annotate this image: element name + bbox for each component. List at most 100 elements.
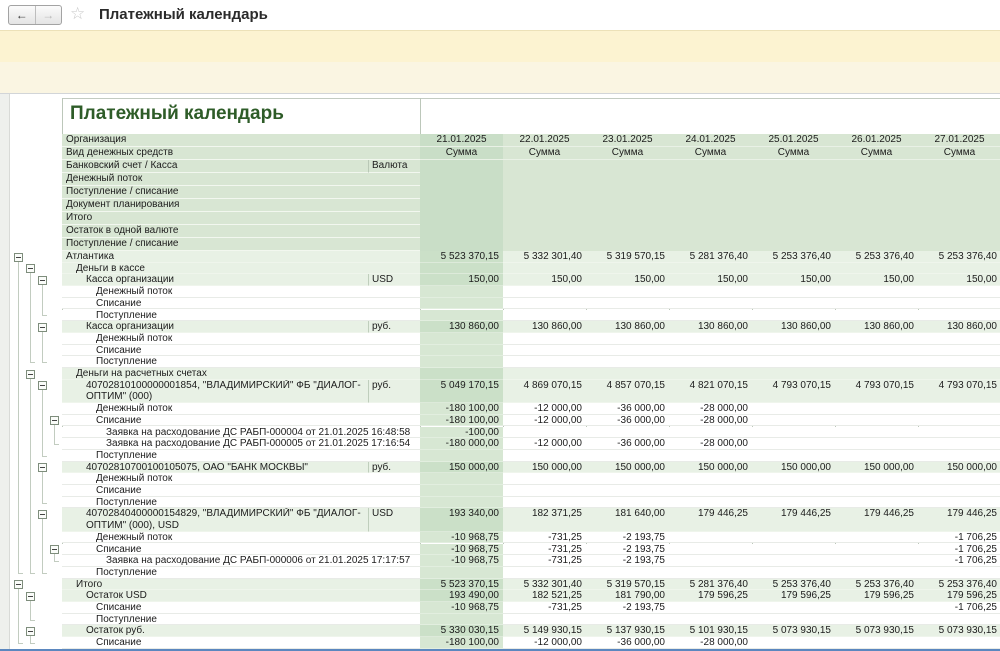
- amount-cell[interactable]: -100,00: [420, 427, 503, 439]
- currency-cell[interactable]: USD: [368, 508, 420, 531]
- row-label[interactable]: Поступление: [62, 356, 420, 368]
- amount-cell[interactable]: [752, 286, 835, 298]
- amount-cell[interactable]: [752, 567, 835, 579]
- amount-cell[interactable]: -36 000,00: [586, 637, 669, 649]
- currency-cell[interactable]: руб.: [368, 321, 420, 333]
- amount-cell[interactable]: [420, 450, 503, 462]
- row-label[interactable]: Остаток USD: [62, 590, 420, 602]
- amount-cell[interactable]: [835, 333, 918, 345]
- amount-cell[interactable]: [420, 263, 503, 275]
- amount-cell[interactable]: 5 149 930,15: [503, 625, 586, 637]
- amount-cell[interactable]: -36 000,00: [586, 415, 669, 427]
- amount-cell[interactable]: [835, 415, 918, 427]
- row-label[interactable]: Касса организации: [62, 274, 368, 286]
- amount-cell[interactable]: [669, 263, 752, 275]
- amount-cell[interactable]: [420, 497, 503, 509]
- amount-cell[interactable]: 4 793 070,15: [918, 380, 1000, 403]
- amount-cell[interactable]: 130 860,00: [420, 321, 503, 333]
- amount-cell[interactable]: [669, 555, 752, 567]
- amount-cell[interactable]: 150,00: [420, 274, 503, 286]
- amount-cell[interactable]: 179 446,25: [918, 508, 1000, 531]
- amount-cell[interactable]: [503, 263, 586, 275]
- amount-cell[interactable]: [918, 450, 1000, 462]
- row-label[interactable]: Остаток руб.: [62, 625, 420, 637]
- tree-collapse-toggle[interactable]: [14, 580, 23, 589]
- amount-cell[interactable]: [835, 345, 918, 357]
- amount-cell[interactable]: 130 860,00: [752, 321, 835, 333]
- tree-collapse-toggle[interactable]: [38, 323, 47, 332]
- amount-cell[interactable]: -12 000,00: [503, 637, 586, 649]
- amount-cell[interactable]: [503, 450, 586, 462]
- amount-cell[interactable]: [420, 368, 503, 380]
- amount-cell[interactable]: [586, 298, 669, 310]
- amount-cell[interactable]: [586, 368, 669, 380]
- amount-cell[interactable]: [835, 497, 918, 509]
- amount-cell[interactable]: [503, 356, 586, 368]
- tree-collapse-toggle[interactable]: [50, 416, 59, 425]
- amount-cell[interactable]: [918, 497, 1000, 509]
- amount-cell[interactable]: [669, 485, 752, 497]
- amount-cell[interactable]: [752, 415, 835, 427]
- tree-collapse-toggle[interactable]: [38, 463, 47, 472]
- row-label[interactable]: Списание: [62, 485, 420, 497]
- tree-collapse-toggle[interactable]: [26, 627, 35, 636]
- amount-cell[interactable]: 4 869 070,15: [503, 380, 586, 403]
- amount-cell[interactable]: 193 340,00: [420, 508, 503, 531]
- amount-cell[interactable]: -731,25: [503, 532, 586, 544]
- amount-cell[interactable]: [752, 485, 835, 497]
- amount-cell[interactable]: [835, 368, 918, 380]
- amount-cell[interactable]: -10 968,75: [420, 555, 503, 567]
- amount-cell[interactable]: 5 253 376,40: [918, 579, 1000, 591]
- amount-cell[interactable]: 181 790,00: [586, 590, 669, 602]
- amount-cell[interactable]: [669, 368, 752, 380]
- amount-cell[interactable]: 150 000,00: [669, 462, 752, 474]
- amount-cell[interactable]: [752, 497, 835, 509]
- amount-cell[interactable]: 5 332 301,40: [503, 251, 586, 263]
- amount-cell[interactable]: [752, 427, 835, 439]
- amount-cell[interactable]: [669, 310, 752, 322]
- amount-cell[interactable]: [835, 637, 918, 649]
- amount-cell[interactable]: [503, 310, 586, 322]
- amount-cell[interactable]: [835, 614, 918, 626]
- tree-collapse-toggle[interactable]: [14, 253, 23, 262]
- amount-cell[interactable]: -12 000,00: [503, 403, 586, 415]
- amount-cell[interactable]: 150,00: [503, 274, 586, 286]
- row-label[interactable]: Поступление: [62, 450, 420, 462]
- tree-collapse-toggle[interactable]: [26, 370, 35, 379]
- row-label[interactable]: Денежный поток: [62, 473, 420, 485]
- amount-cell[interactable]: [503, 427, 586, 439]
- amount-cell[interactable]: [669, 473, 752, 485]
- amount-cell[interactable]: [835, 544, 918, 556]
- amount-cell[interactable]: 5 137 930,15: [586, 625, 669, 637]
- amount-cell[interactable]: [586, 450, 669, 462]
- amount-cell[interactable]: 150 000,00: [586, 462, 669, 474]
- amount-cell[interactable]: -731,25: [503, 602, 586, 614]
- favorite-star-icon[interactable]: ☆: [70, 4, 85, 24]
- amount-cell[interactable]: 5 253 376,40: [918, 251, 1000, 263]
- amount-cell[interactable]: 150,00: [586, 274, 669, 286]
- amount-cell[interactable]: [586, 497, 669, 509]
- amount-cell[interactable]: [669, 286, 752, 298]
- amount-cell[interactable]: [503, 333, 586, 345]
- amount-cell[interactable]: -1 706,25: [918, 602, 1000, 614]
- amount-cell[interactable]: [586, 473, 669, 485]
- amount-cell[interactable]: 181 640,00: [586, 508, 669, 531]
- amount-cell[interactable]: 5 253 376,40: [752, 579, 835, 591]
- amount-cell[interactable]: [669, 614, 752, 626]
- amount-cell[interactable]: [669, 450, 752, 462]
- amount-cell[interactable]: [918, 427, 1000, 439]
- amount-cell[interactable]: -10 968,75: [420, 532, 503, 544]
- amount-cell[interactable]: [752, 450, 835, 462]
- amount-cell[interactable]: [918, 310, 1000, 322]
- amount-cell[interactable]: [918, 356, 1000, 368]
- row-label[interactable]: Списание: [62, 345, 420, 357]
- amount-cell[interactable]: [752, 310, 835, 322]
- row-label[interactable]: 40702810100000001854, "ВЛАДИМИРСКИЙ" ФБ …: [62, 380, 368, 403]
- amount-cell[interactable]: [586, 310, 669, 322]
- amount-cell[interactable]: [918, 403, 1000, 415]
- amount-cell[interactable]: [503, 497, 586, 509]
- currency-cell[interactable]: USD: [368, 274, 420, 286]
- amount-cell[interactable]: [835, 298, 918, 310]
- row-label[interactable]: Списание: [62, 637, 420, 649]
- amount-cell[interactable]: [918, 637, 1000, 649]
